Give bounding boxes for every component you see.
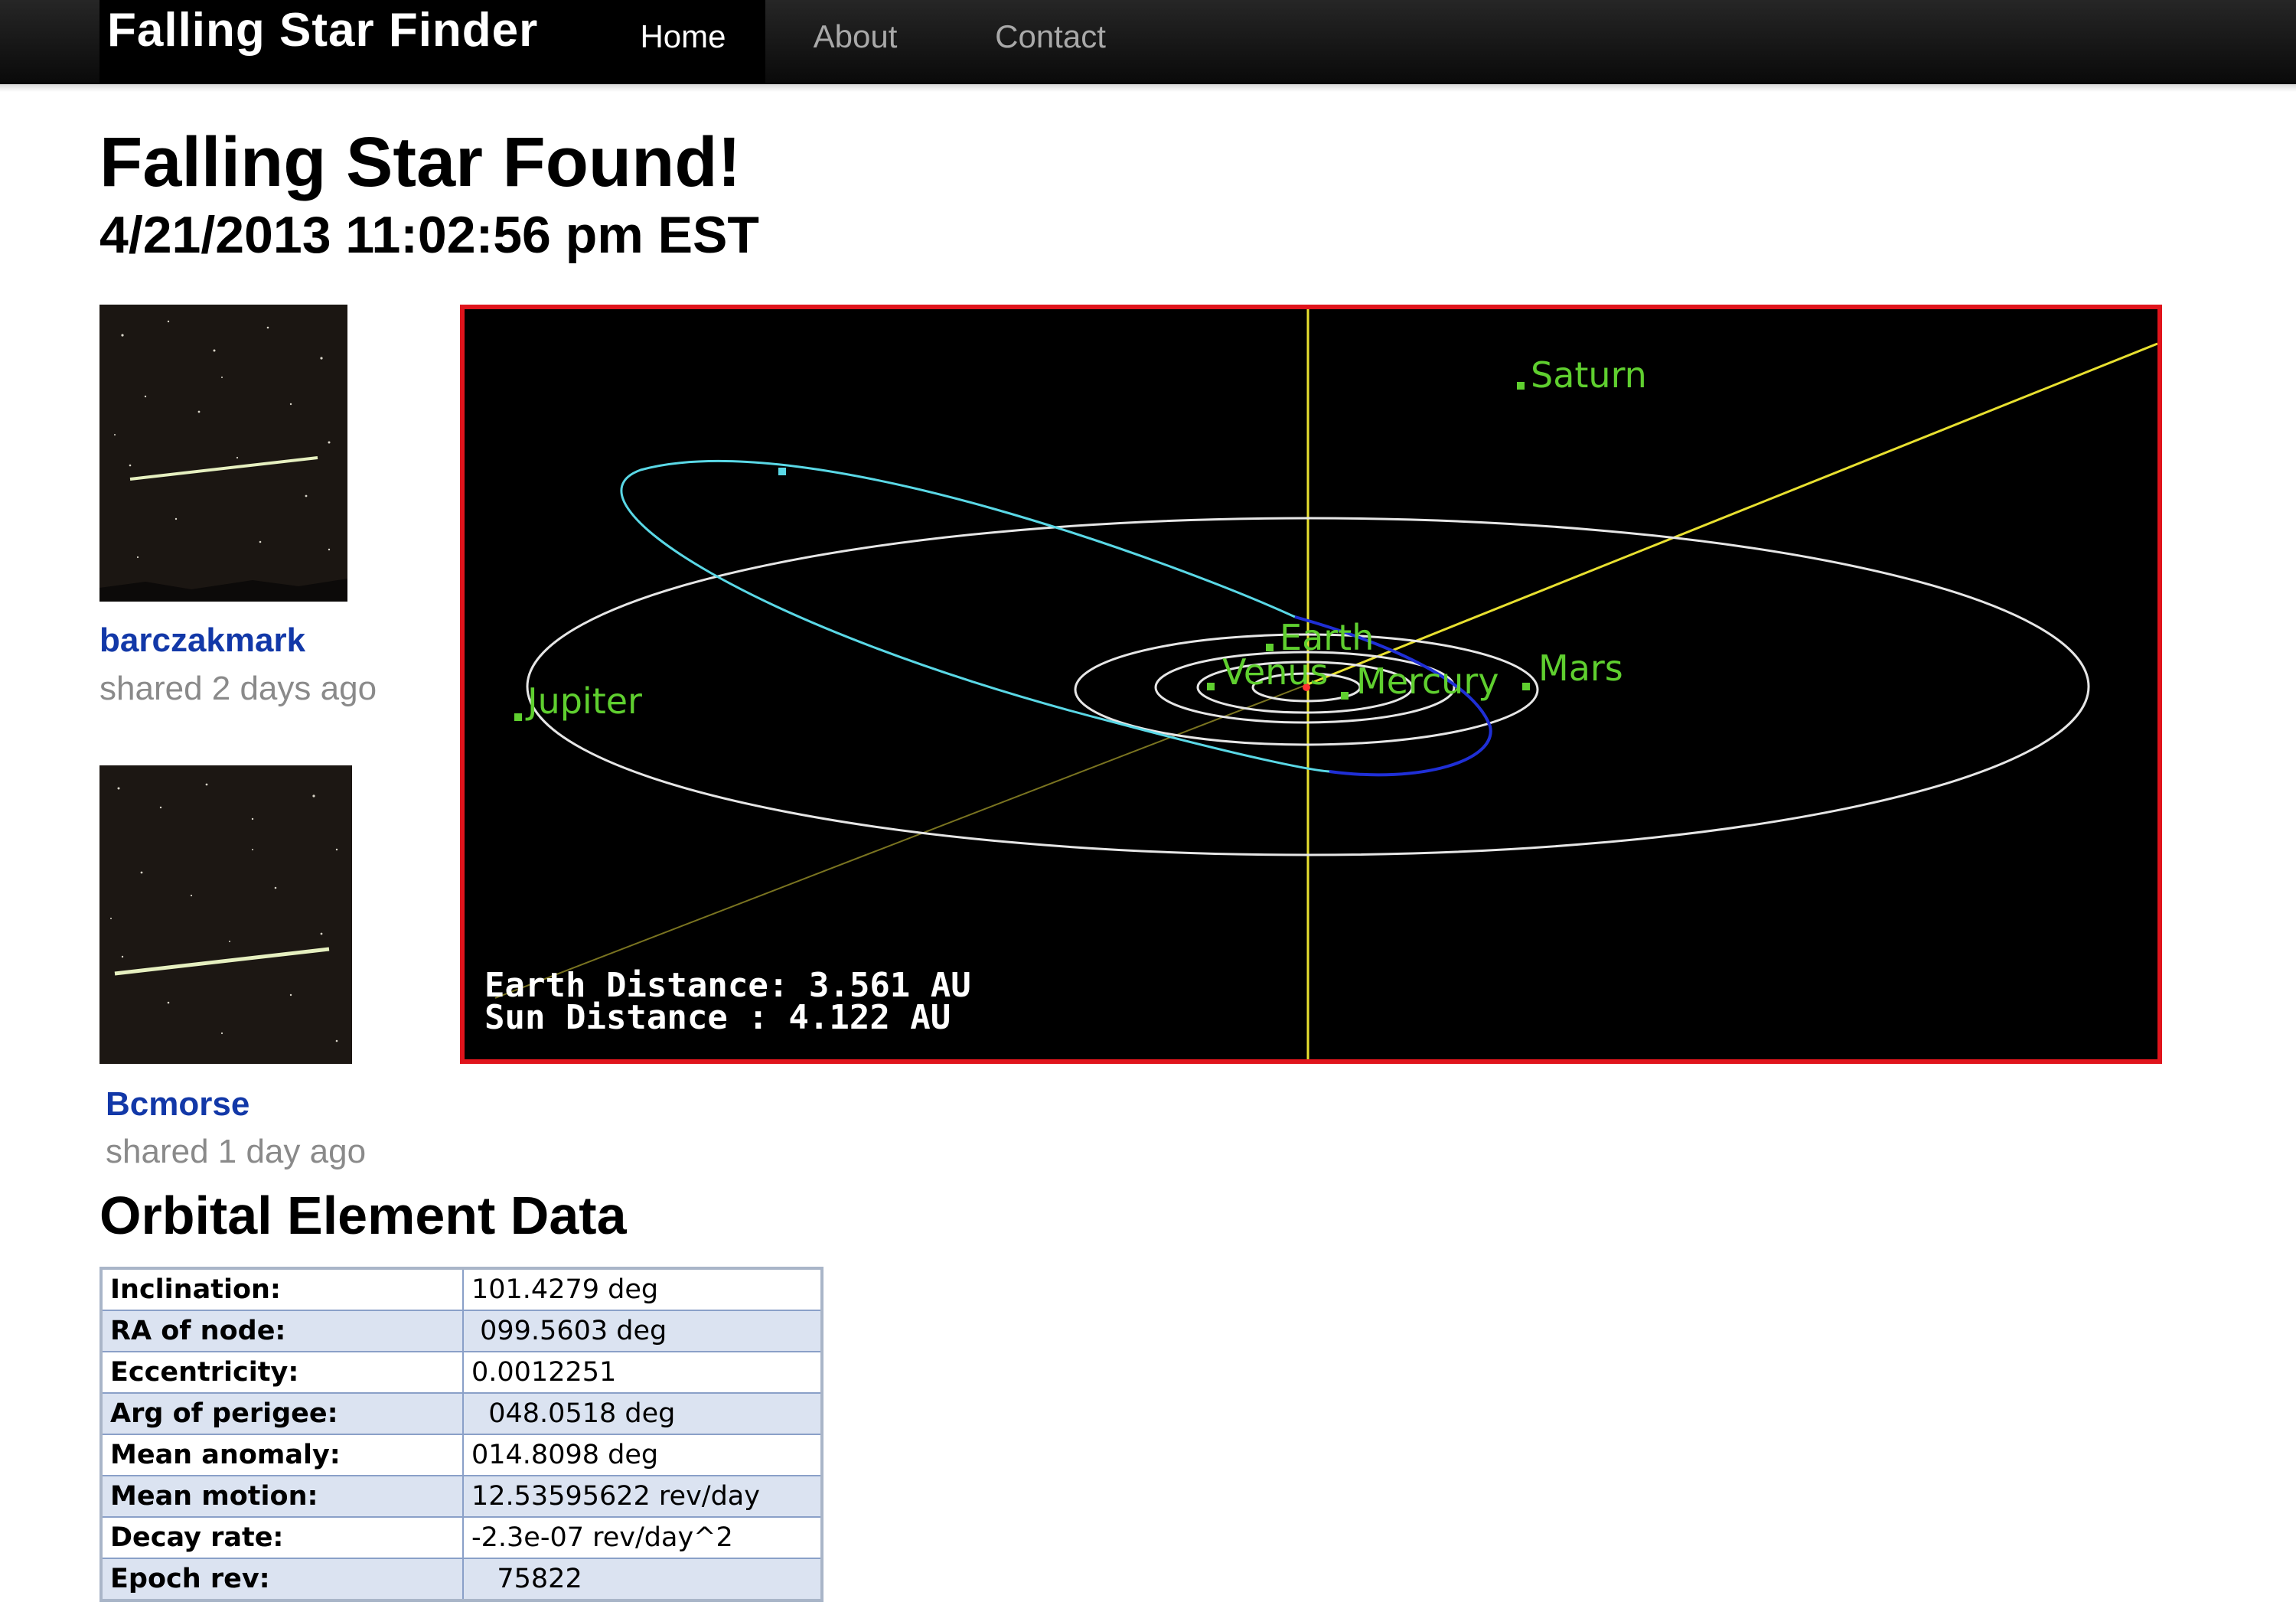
meteor-photo-image: [99, 765, 352, 1064]
row-value: 014.8098 deg: [462, 1434, 823, 1476]
mars-label: Mars: [1538, 648, 1623, 689]
table-row: Inclination: 101.4279 deg: [100, 1267, 823, 1311]
share-time: shared 2 days ago: [99, 670, 377, 707]
orbit-diagram: Saturn Earth Venus Mercury Mars Jupiter …: [465, 309, 2157, 1059]
mercury-marker: [1341, 692, 1349, 700]
row-key: Epoch rev:: [100, 1558, 464, 1601]
row-key: Arg of perigee:: [100, 1392, 464, 1435]
brand-logo[interactable]: Falling Star Finder: [99, 0, 601, 83]
row-key: RA of node:: [100, 1310, 464, 1352]
share-time: shared 1 day ago: [106, 1133, 367, 1170]
share-username[interactable]: Bcmorse: [106, 1085, 249, 1124]
row-key: Mean motion:: [100, 1475, 464, 1518]
jupiter-label: Jupiter: [525, 680, 642, 722]
mercury-label: Mercury: [1356, 661, 1499, 702]
row-key: Decay rate:: [100, 1516, 464, 1559]
row-value: 0.0012251: [462, 1351, 823, 1394]
orbital-data-heading: Orbital Element Data: [99, 1186, 627, 1245]
row-key: Inclination:: [100, 1267, 464, 1311]
table-row: Eccentricity: 0.0012251: [100, 1351, 823, 1394]
saturn-marker: [1517, 382, 1525, 390]
row-key: Mean anomaly:: [100, 1434, 464, 1476]
row-value: 099.5603 deg: [462, 1310, 823, 1352]
event-timestamp: 4/21/2013 11:02:56 pm EST: [99, 206, 759, 264]
nav-home-link[interactable]: Home: [601, 0, 765, 83]
jupiter-marker: [514, 713, 522, 721]
row-value: 048.0518 deg: [462, 1392, 823, 1435]
table-row: RA of node: 099.5603 deg: [100, 1310, 823, 1352]
row-value: -2.3e-07 rev/day^2: [462, 1516, 823, 1559]
earth-marker: [1266, 644, 1274, 651]
share-username[interactable]: barczakmark: [99, 621, 305, 660]
row-value: 101.4279 deg: [462, 1267, 823, 1311]
table-row: Mean anomaly: 014.8098 deg: [100, 1434, 823, 1476]
orbital-element-table: Inclination: 101.4279 deg RA of node: 099…: [99, 1267, 823, 1602]
table-row: Mean motion: 12.53595622 rev/day: [100, 1475, 823, 1518]
row-value: 12.53595622 rev/day: [462, 1475, 823, 1518]
meteor-photo-thumbnail[interactable]: [99, 305, 347, 602]
venus-label: Venus: [1222, 651, 1328, 693]
row-key: Eccentricity:: [100, 1351, 464, 1394]
saturn-label: Saturn: [1531, 354, 1647, 396]
nav-about-link[interactable]: About: [788, 0, 922, 83]
meteor-photo-image: [99, 305, 347, 602]
top-navbar: Falling Star Finder Home About Contact: [0, 0, 2296, 92]
table-row: Epoch rev: 75822: [100, 1558, 823, 1601]
row-value: 75822: [462, 1558, 823, 1601]
page-title: Falling Star Found!: [99, 123, 742, 201]
mars-marker: [1522, 683, 1530, 690]
orbit-visualization: Saturn Earth Venus Mercury Mars Jupiter …: [460, 305, 2162, 1064]
meteor-marker: [778, 468, 786, 475]
sun-distance: Sun Distance : 4.122 AU: [484, 998, 951, 1037]
venus-marker: [1207, 683, 1215, 690]
table-row: Arg of perigee: 048.0518 deg: [100, 1392, 823, 1435]
meteor-photo-thumbnail[interactable]: [99, 765, 352, 1064]
table-row: Decay rate: -2.3e-07 rev/day^2: [100, 1516, 823, 1559]
nav-contact-link[interactable]: Contact: [964, 0, 1137, 83]
